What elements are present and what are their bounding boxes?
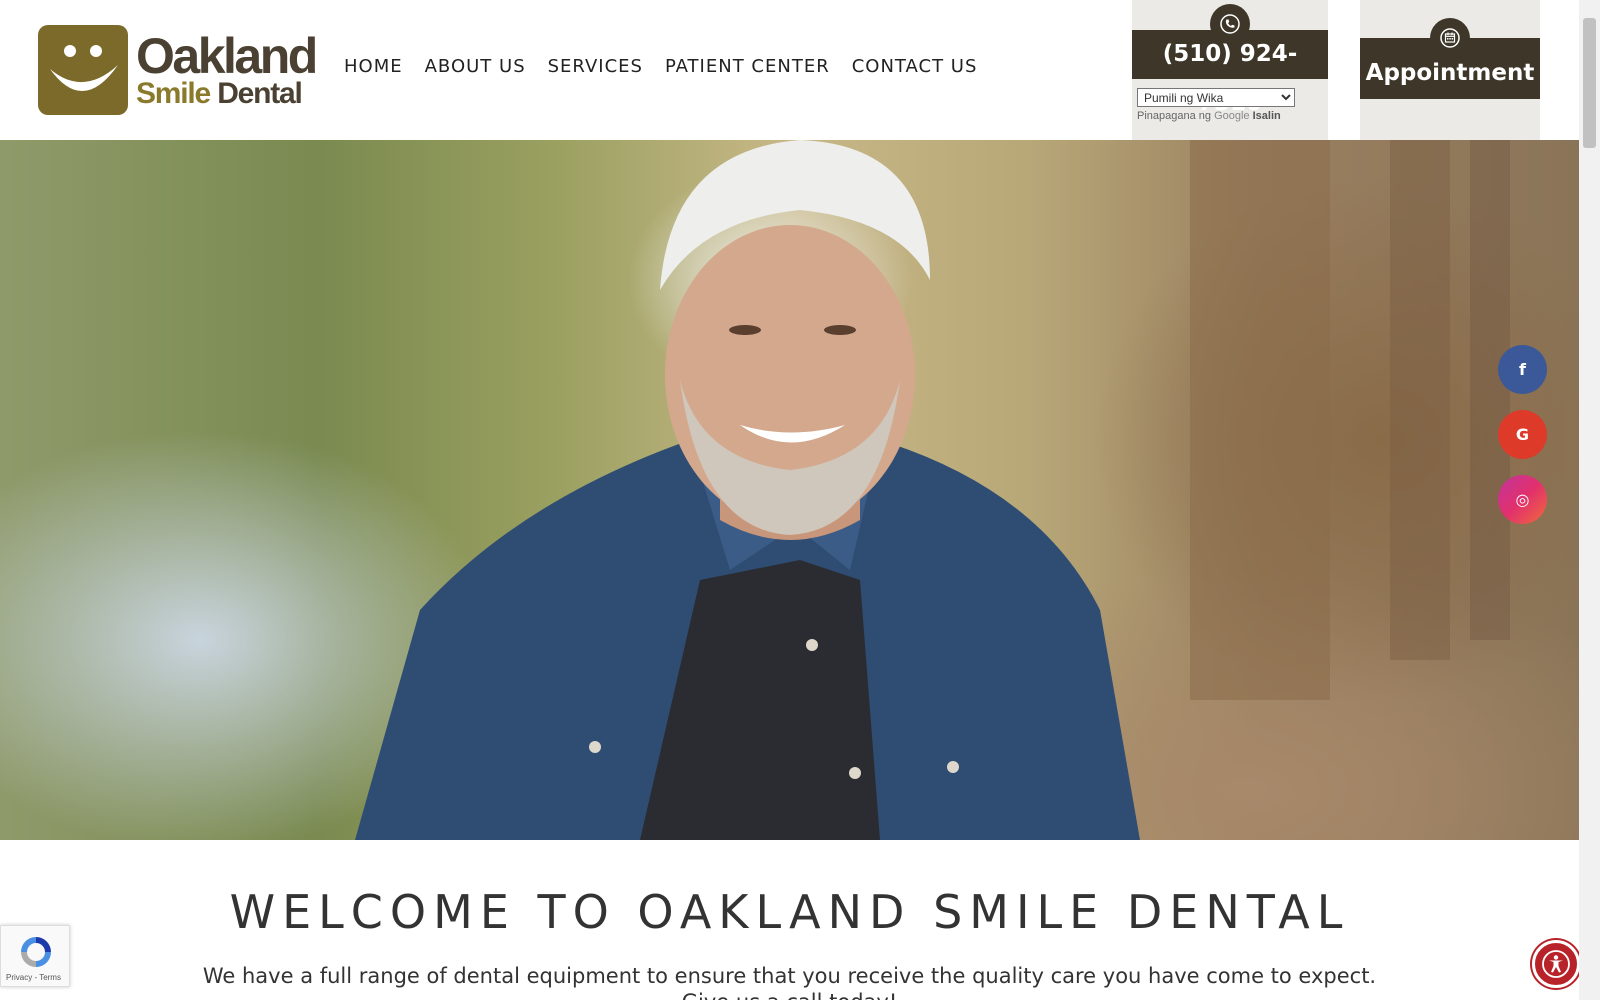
facebook-icon: f bbox=[1519, 360, 1526, 379]
scrollbar-thumb[interactable] bbox=[1583, 18, 1596, 148]
nav-contact-us[interactable]: CONTACT US bbox=[841, 56, 989, 77]
welcome-line-1: We have a full range of dental equipment… bbox=[202, 964, 1377, 988]
phone-panel: (510) 924-7310 Pumili ng Wika Pinapagana… bbox=[1132, 0, 1328, 140]
welcome-line-2: Give us a call today! bbox=[682, 990, 898, 1000]
welcome-heading: WELCOME TO OAKLAND SMILE DENTAL bbox=[229, 885, 1350, 939]
welcome-paragraph: We have a full range of dental equipment… bbox=[0, 963, 1579, 1000]
page-scrollbar[interactable] bbox=[1579, 0, 1600, 1000]
nav-home[interactable]: HOME bbox=[333, 56, 414, 77]
logo-name-line1: Oakland bbox=[136, 28, 318, 84]
site-header: Oakland Smile Dental HOME ABOUT US SERVI… bbox=[0, 0, 1579, 140]
instagram-button[interactable]: ◎ bbox=[1498, 475, 1547, 524]
google-icon: G bbox=[1515, 425, 1530, 444]
nav-about-us[interactable]: ABOUT US bbox=[414, 56, 537, 77]
smile-logo-icon bbox=[38, 25, 128, 115]
nav-patient-center[interactable]: PATIENT CENTER bbox=[654, 56, 841, 77]
google-logo-text: Google bbox=[1214, 110, 1250, 122]
recaptcha-badge[interactable]: Privacy - Terms bbox=[0, 925, 70, 987]
logo-name-line2: Smile Dental bbox=[136, 77, 303, 110]
language-select[interactable]: Pumili ng Wika bbox=[1137, 88, 1295, 107]
facebook-button[interactable]: f bbox=[1498, 345, 1547, 394]
recaptcha-icon bbox=[18, 934, 54, 974]
nav-services[interactable]: SERVICES bbox=[537, 56, 654, 77]
phone-icon bbox=[1210, 4, 1250, 44]
main-nav: HOME ABOUT US SERVICES PATIENT CENTER CO… bbox=[333, 56, 988, 77]
recaptcha-links[interactable]: Privacy - Terms bbox=[6, 973, 61, 982]
google-button[interactable]: G bbox=[1498, 410, 1547, 459]
instagram-icon: ◎ bbox=[1515, 490, 1530, 509]
accessibility-icon bbox=[1542, 950, 1570, 978]
calendar-icon bbox=[1430, 18, 1470, 58]
hero-banner-image bbox=[0, 140, 1579, 840]
google-translate-credit: Pinapagana ng Google Isalin bbox=[1137, 110, 1281, 122]
translate-link[interactable]: Isalin bbox=[1253, 110, 1281, 122]
smiling-man-photo bbox=[355, 140, 1510, 840]
site-logo[interactable]: Oakland Smile Dental bbox=[38, 25, 318, 115]
appointment-panel: Appointment bbox=[1360, 0, 1540, 140]
accessibility-button[interactable] bbox=[1532, 940, 1580, 988]
